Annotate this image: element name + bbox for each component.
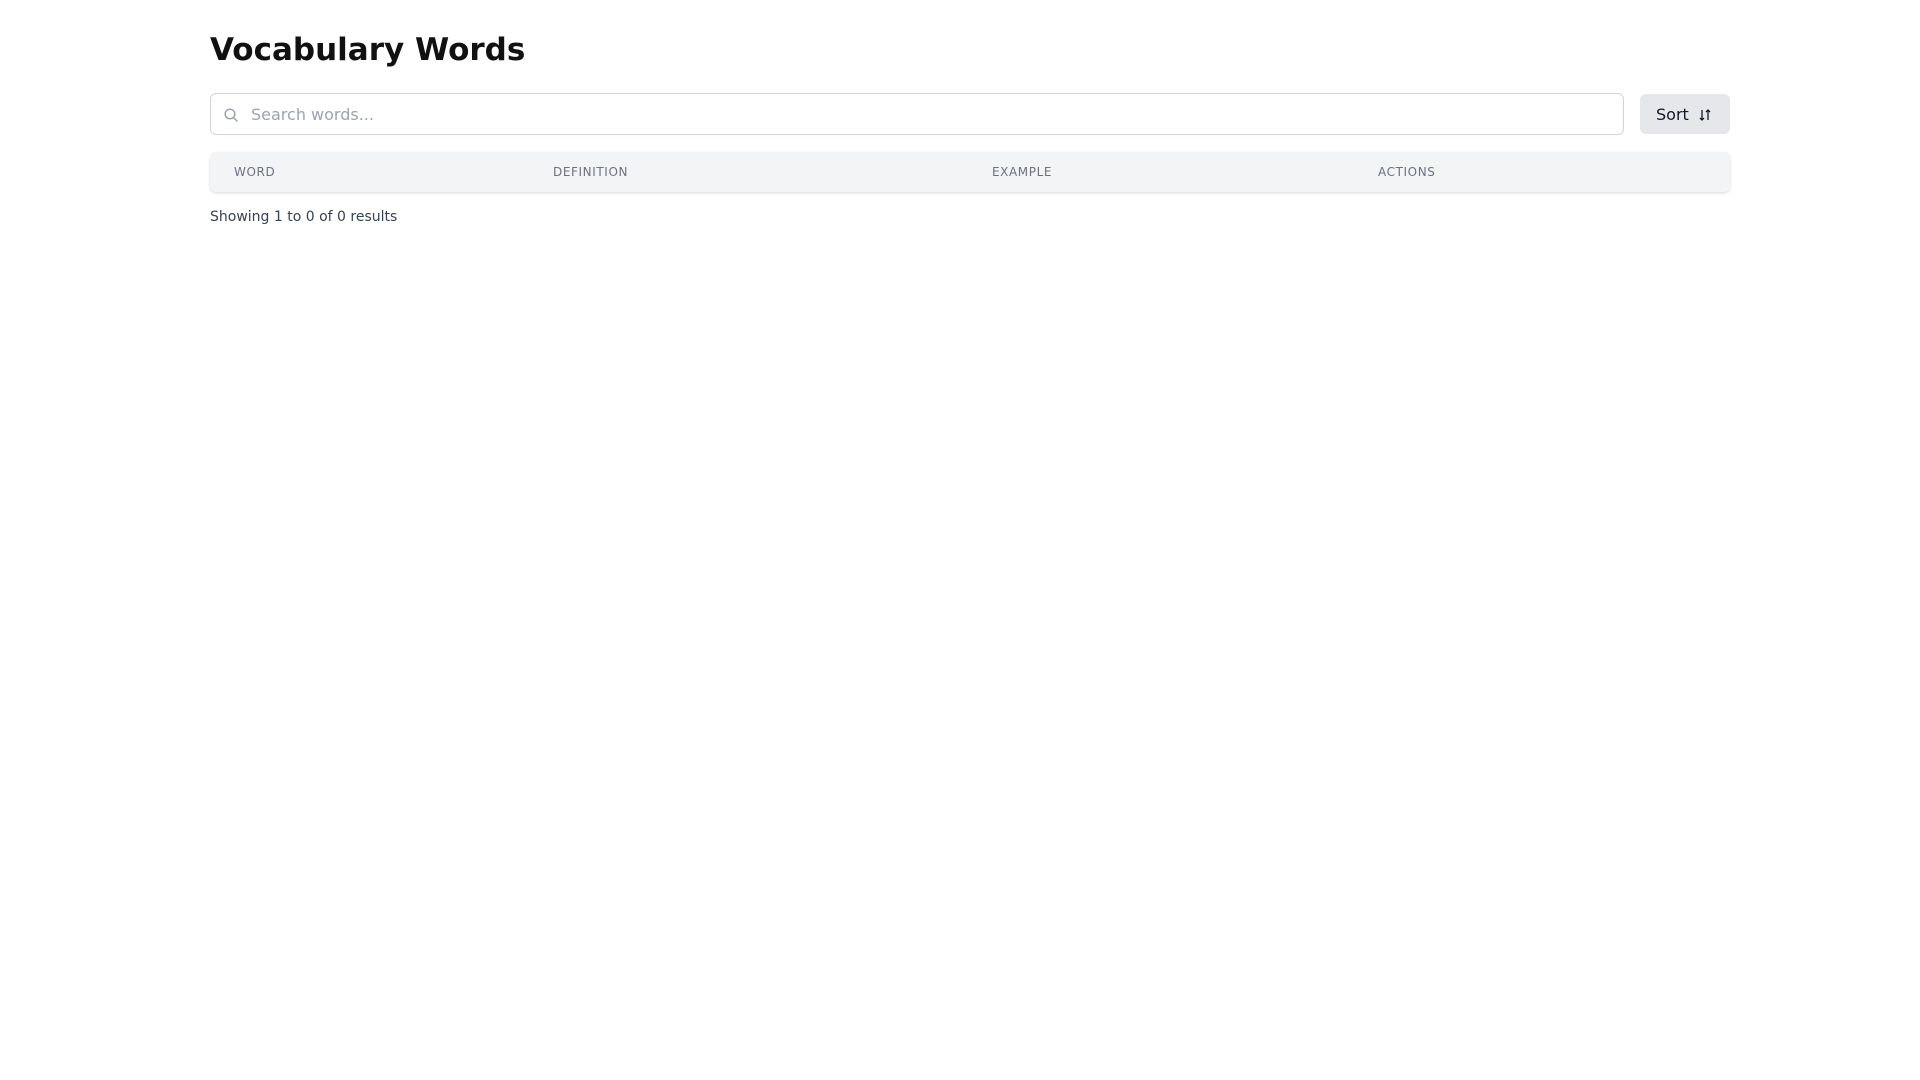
vocabulary-table: WORD DEFINITION EXAMPLE ACTIONS [210,152,1730,192]
results-summary: Showing 1 to 0 of 0 results [210,209,398,225]
search-icon [223,107,239,123]
search-input[interactable] [251,94,1611,134]
column-header-word: WORD [234,165,276,179]
column-header-definition: DEFINITION [553,165,629,179]
sort-button[interactable]: Sort [1640,94,1730,134]
column-header-example: EXAMPLE [992,165,1053,179]
sort-button-label: Sort [1656,104,1689,124]
column-header-actions: ACTIONS [1378,165,1436,179]
search-box[interactable] [210,93,1624,135]
sort-icon [1698,107,1712,121]
page-title: Vocabulary Words [210,32,526,68]
toolbar: Sort [210,93,1730,135]
